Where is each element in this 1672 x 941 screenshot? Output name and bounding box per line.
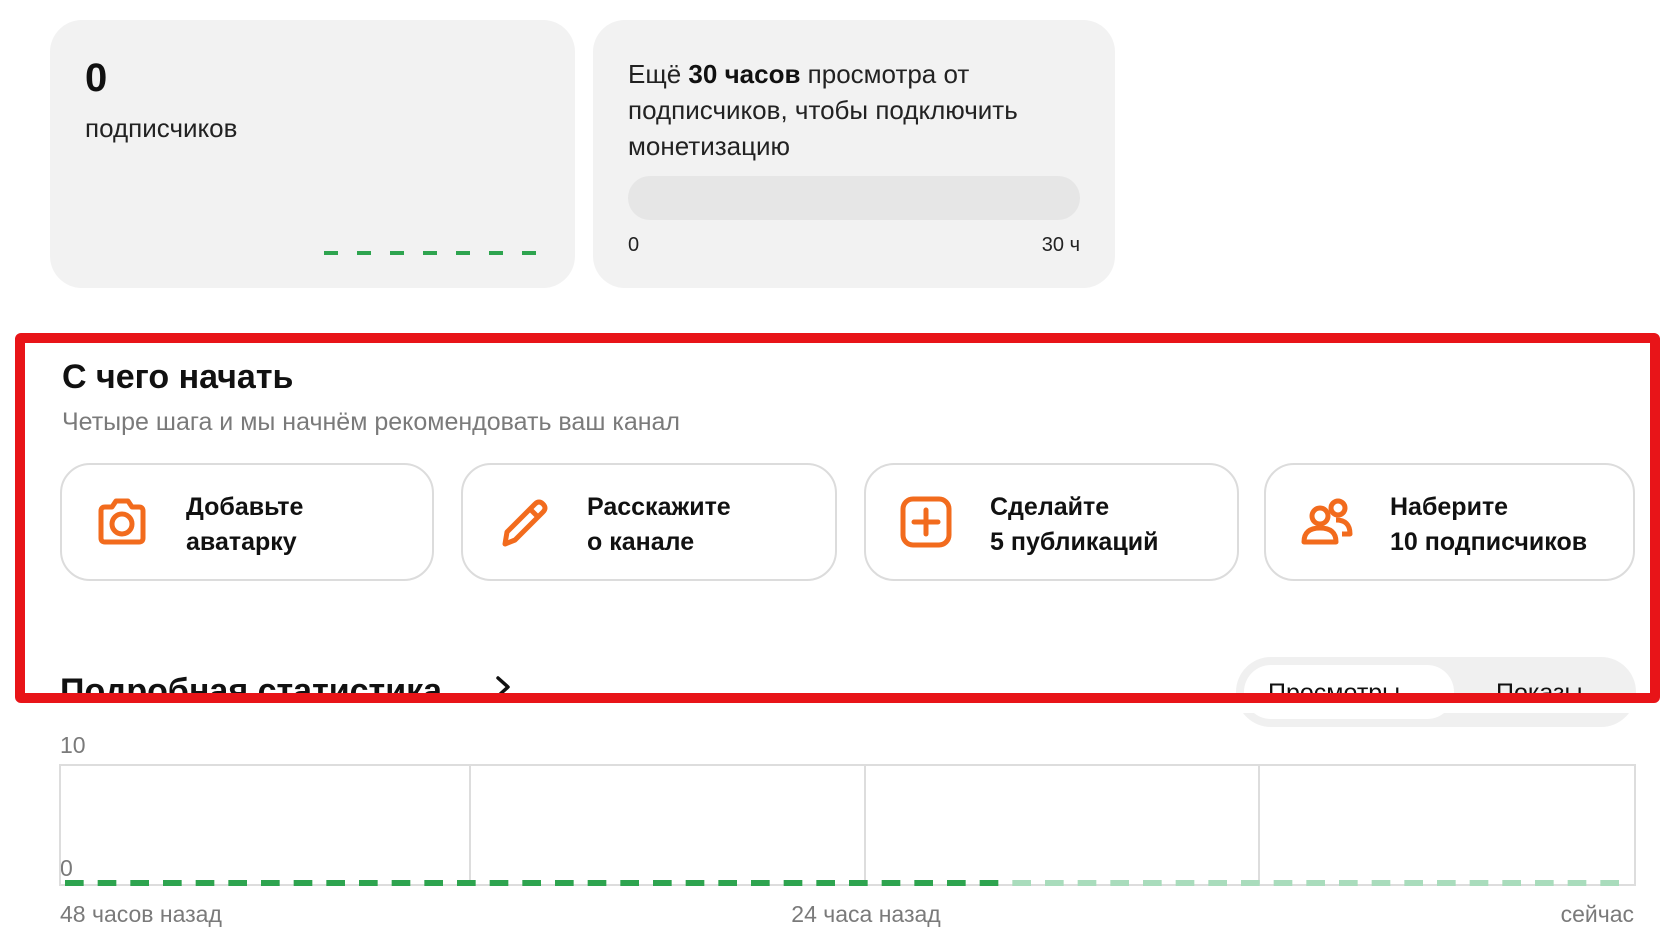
step-gain-subscribers-button[interactable]: Наберите 10 подписчиков	[1264, 463, 1635, 581]
step-label: Расскажите о канале	[587, 493, 731, 556]
monetization-hours: 30 часов	[688, 59, 801, 89]
monetization-progress-bar	[628, 176, 1080, 220]
step-add-avatar-button[interactable]: Добавьте аватарку	[60, 463, 434, 581]
step-make-posts-button[interactable]: Сделайте 5 публикаций	[864, 463, 1239, 581]
getting-started-title: С чего начать	[62, 358, 294, 396]
progress-max-label: 30 ч	[1041, 234, 1080, 256]
monetization-text: Ещё 30 часов просмотра от подписчиков, ч…	[628, 59, 1018, 161]
x-axis-label: 48 часов назад	[60, 901, 222, 927]
subscribers-sparkline	[324, 251, 540, 255]
stats-tab-switcher: Просмотры Показы	[1236, 657, 1636, 727]
pencil-icon	[502, 499, 548, 547]
frame-cover	[0, 703, 1672, 713]
camera-icon	[98, 498, 146, 545]
subscribers-count: 0	[85, 56, 108, 100]
step-describe-channel-button[interactable]: Расскажите о канале	[461, 463, 837, 581]
step-label: Добавьте аватарку	[186, 493, 304, 556]
plot-area	[59, 764, 1636, 886]
subscribers-card[interactable]: 0 подписчиков	[50, 20, 575, 288]
progress-min-label: 0	[628, 234, 640, 256]
step-label: Наберите 10 подписчиков	[1390, 493, 1588, 556]
users-icon	[1301, 498, 1353, 545]
plus-square-icon	[900, 496, 952, 548]
y-tick-label: 0	[60, 855, 73, 881]
x-axis-label: 24 часа назад	[791, 901, 941, 927]
y-tick-label: 10	[60, 732, 86, 758]
step-label: Сделайте 5 публикаций	[990, 493, 1159, 556]
subscribers-label: подписчиков	[85, 113, 238, 143]
views-chart: 10 0 48 часов назад 24 часа назад сейчас	[59, 732, 1636, 927]
monetization-card[interactable]: Ещё 30 часов просмотра от подписчиков, ч…	[593, 20, 1115, 288]
chevron-right-icon	[496, 676, 510, 698]
getting-started-subtitle: Четыре шага и мы начнём рекомендовать ва…	[62, 408, 681, 436]
x-axis-label: сейчас	[1561, 901, 1634, 927]
